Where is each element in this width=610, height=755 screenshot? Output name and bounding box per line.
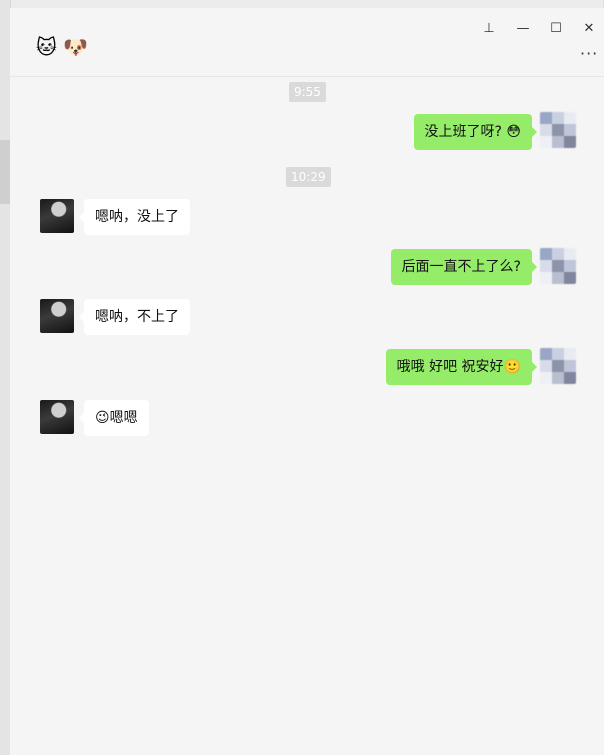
background-window-edge-right [603, 0, 610, 755]
chat-window: 🐱 🐶 ⊥ — ☐ ✕ ··· 9:55 没上班了呀? 😳 10:29 嗯呐，没… [10, 8, 604, 755]
self-avatar[interactable] [540, 248, 576, 284]
more-options-button[interactable]: ··· [580, 44, 598, 63]
message-bubble-contact[interactable]: 😉嗯嗯 [79, 400, 149, 436]
pin-icon[interactable]: ⊥ [480, 20, 498, 38]
minimize-button[interactable]: — [514, 20, 532, 38]
message-bubble-self[interactable]: 哦哦 好吧 祝安好🙂 [385, 349, 538, 385]
timestamp: 9:55 [289, 82, 326, 102]
self-avatar[interactable] [540, 112, 576, 148]
title-bar: 🐱 🐶 ⊥ — ☐ ✕ ··· [10, 8, 604, 77]
background-window-edge [0, 0, 610, 8]
message-bubble-self[interactable]: 没上班了呀? 😳 [413, 114, 538, 150]
self-avatar[interactable] [540, 348, 576, 384]
background-scrollbar [0, 140, 10, 204]
contact-avatar[interactable] [40, 400, 74, 434]
contact-avatar[interactable] [40, 299, 74, 333]
close-button[interactable]: ✕ [580, 20, 598, 38]
message-bubble-contact[interactable]: 嗯呐，没上了 [79, 199, 190, 235]
contact-avatar[interactable] [40, 199, 74, 233]
timestamp: 10:29 [286, 167, 331, 187]
message-bubble-self[interactable]: 后面一直不上了么? [390, 249, 538, 285]
message-bubble-contact[interactable]: 嗯呐，不上了 [79, 299, 190, 335]
chat-title: 🐱 🐶 [36, 35, 89, 59]
maximize-button[interactable]: ☐ [547, 20, 565, 38]
